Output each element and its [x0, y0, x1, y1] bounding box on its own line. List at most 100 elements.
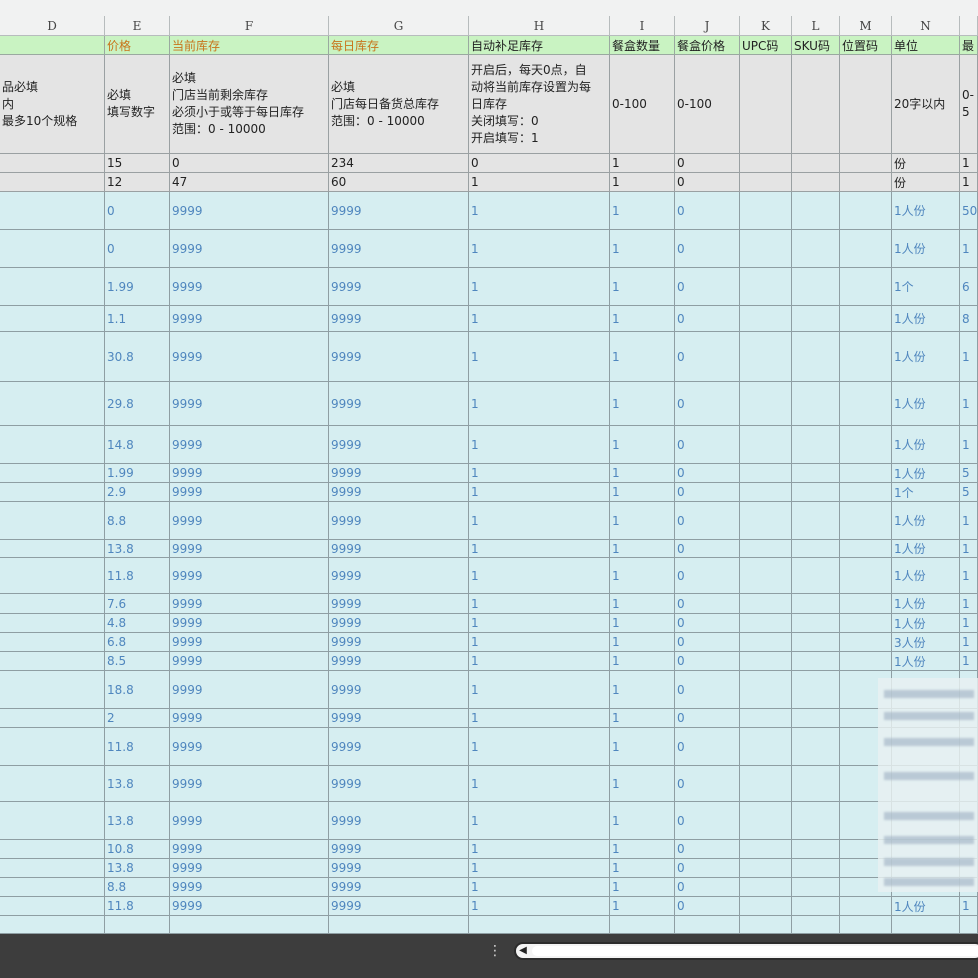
cell-col-n[interactable]: 1人份: [892, 230, 960, 268]
cell-col-e[interactable]: 10.8: [105, 840, 170, 859]
cell-col-g[interactable]: 9999: [329, 558, 469, 594]
cell-col-i[interactable]: 1: [610, 633, 675, 652]
cell-col-g[interactable]: 必填 门店每日备货总库存 范围：0 - 10000: [329, 55, 469, 154]
cell-col-e[interactable]: [105, 916, 170, 934]
cell-col-k[interactable]: [740, 306, 792, 332]
cell-col-h[interactable]: 1: [469, 614, 610, 633]
cell-col-n[interactable]: 1人份: [892, 306, 960, 332]
cell-col-i[interactable]: 1: [610, 332, 675, 382]
cell-col-l[interactable]: [792, 502, 840, 540]
cell-col-m[interactable]: [840, 878, 892, 897]
cell-col-g[interactable]: 每日库存: [329, 36, 469, 55]
cell-col-d[interactable]: [0, 426, 105, 464]
cell-col-g[interactable]: 9999: [329, 802, 469, 840]
column-header-g[interactable]: G: [329, 16, 469, 36]
cell-col-k[interactable]: [740, 426, 792, 464]
cell-col-d[interactable]: [0, 859, 105, 878]
cell-col-e[interactable]: 30.8: [105, 332, 170, 382]
cell-col-e[interactable]: 29.8: [105, 382, 170, 426]
cell-col-j[interactable]: [675, 916, 740, 934]
cell-col-e[interactable]: 8.8: [105, 878, 170, 897]
cell-col-k[interactable]: [740, 652, 792, 671]
cell-col-i[interactable]: 1: [610, 268, 675, 306]
cell-col-o[interactable]: 最: [960, 36, 978, 55]
cell-col-f[interactable]: 9999: [170, 192, 329, 230]
cell-col-h[interactable]: 1: [469, 840, 610, 859]
cell-col-l[interactable]: [792, 766, 840, 802]
cell-col-f[interactable]: 9999: [170, 766, 329, 802]
cell-col-g[interactable]: 9999: [329, 502, 469, 540]
cell-col-f[interactable]: 9999: [170, 652, 329, 671]
cell-col-f[interactable]: 9999: [170, 709, 329, 728]
cell-col-g[interactable]: 9999: [329, 728, 469, 766]
cell-col-d[interactable]: [0, 502, 105, 540]
cell-col-j[interactable]: 0: [675, 878, 740, 897]
cell-col-h[interactable]: 1: [469, 426, 610, 464]
cell-col-o[interactable]: 1: [960, 633, 978, 652]
cell-col-o[interactable]: 1: [960, 332, 978, 382]
cell-col-d[interactable]: [0, 154, 105, 173]
cell-col-g[interactable]: 234: [329, 154, 469, 173]
cell-col-e[interactable]: 11.8: [105, 728, 170, 766]
cell-col-k[interactable]: [740, 614, 792, 633]
cell-col-l[interactable]: [792, 192, 840, 230]
cell-col-k[interactable]: [740, 230, 792, 268]
cell-col-f[interactable]: 9999: [170, 268, 329, 306]
cell-col-h[interactable]: 1: [469, 633, 610, 652]
cell-col-j[interactable]: 0: [675, 540, 740, 558]
cell-col-g[interactable]: 9999: [329, 230, 469, 268]
cell-col-l[interactable]: [792, 802, 840, 840]
cell-col-d[interactable]: [0, 614, 105, 633]
cell-col-o[interactable]: 5: [960, 483, 978, 502]
cell-col-h[interactable]: 1: [469, 332, 610, 382]
column-header-n[interactable]: N: [892, 16, 960, 36]
column-header-d[interactable]: D: [0, 16, 105, 36]
cell-col-i[interactable]: 1: [610, 802, 675, 840]
cell-col-e[interactable]: 8.5: [105, 652, 170, 671]
cell-col-o[interactable]: [960, 766, 978, 802]
cell-col-k[interactable]: [740, 332, 792, 382]
cell-col-m[interactable]: [840, 332, 892, 382]
cell-col-n[interactable]: 1人份: [892, 652, 960, 671]
cell-col-m[interactable]: [840, 916, 892, 934]
cell-col-k[interactable]: [740, 558, 792, 594]
cell-col-k[interactable]: [740, 483, 792, 502]
cell-col-f[interactable]: 9999: [170, 382, 329, 426]
cell-col-m[interactable]: [840, 502, 892, 540]
cell-col-j[interactable]: 0: [675, 652, 740, 671]
cell-col-j[interactable]: 0: [675, 859, 740, 878]
cell-col-e[interactable]: 11.8: [105, 897, 170, 916]
cell-col-n[interactable]: 1人份: [892, 426, 960, 464]
cell-col-h[interactable]: 自动补足库存: [469, 36, 610, 55]
cell-col-n[interactable]: [892, 766, 960, 802]
cell-col-d[interactable]: [0, 332, 105, 382]
cell-col-i[interactable]: 1: [610, 728, 675, 766]
cell-col-l[interactable]: SKU码: [792, 36, 840, 55]
cell-col-o[interactable]: 1: [960, 502, 978, 540]
cell-col-i[interactable]: 1: [610, 652, 675, 671]
cell-col-h[interactable]: 1: [469, 802, 610, 840]
cell-col-o[interactable]: 8: [960, 306, 978, 332]
cell-col-k[interactable]: [740, 840, 792, 859]
cell-col-k[interactable]: [740, 154, 792, 173]
cell-col-m[interactable]: [840, 268, 892, 306]
cell-col-h[interactable]: 1: [469, 859, 610, 878]
cell-col-n[interactable]: [892, 916, 960, 934]
cell-col-n[interactable]: [892, 802, 960, 840]
cell-col-m[interactable]: [840, 464, 892, 483]
cell-col-i[interactable]: 1: [610, 464, 675, 483]
cell-col-d[interactable]: [0, 671, 105, 709]
cell-col-n[interactable]: 3人份: [892, 633, 960, 652]
cell-col-e[interactable]: 18.8: [105, 671, 170, 709]
cell-col-m[interactable]: [840, 192, 892, 230]
cell-col-h[interactable]: 1: [469, 709, 610, 728]
cell-col-l[interactable]: [792, 652, 840, 671]
cell-col-h[interactable]: 1: [469, 766, 610, 802]
cell-col-d[interactable]: [0, 728, 105, 766]
cell-col-j[interactable]: 0: [675, 502, 740, 540]
cell-col-d[interactable]: [0, 652, 105, 671]
cell-col-f[interactable]: 9999: [170, 840, 329, 859]
cell-col-i[interactable]: 1: [610, 859, 675, 878]
cell-col-d[interactable]: [0, 633, 105, 652]
cell-col-i[interactable]: 1: [610, 594, 675, 614]
